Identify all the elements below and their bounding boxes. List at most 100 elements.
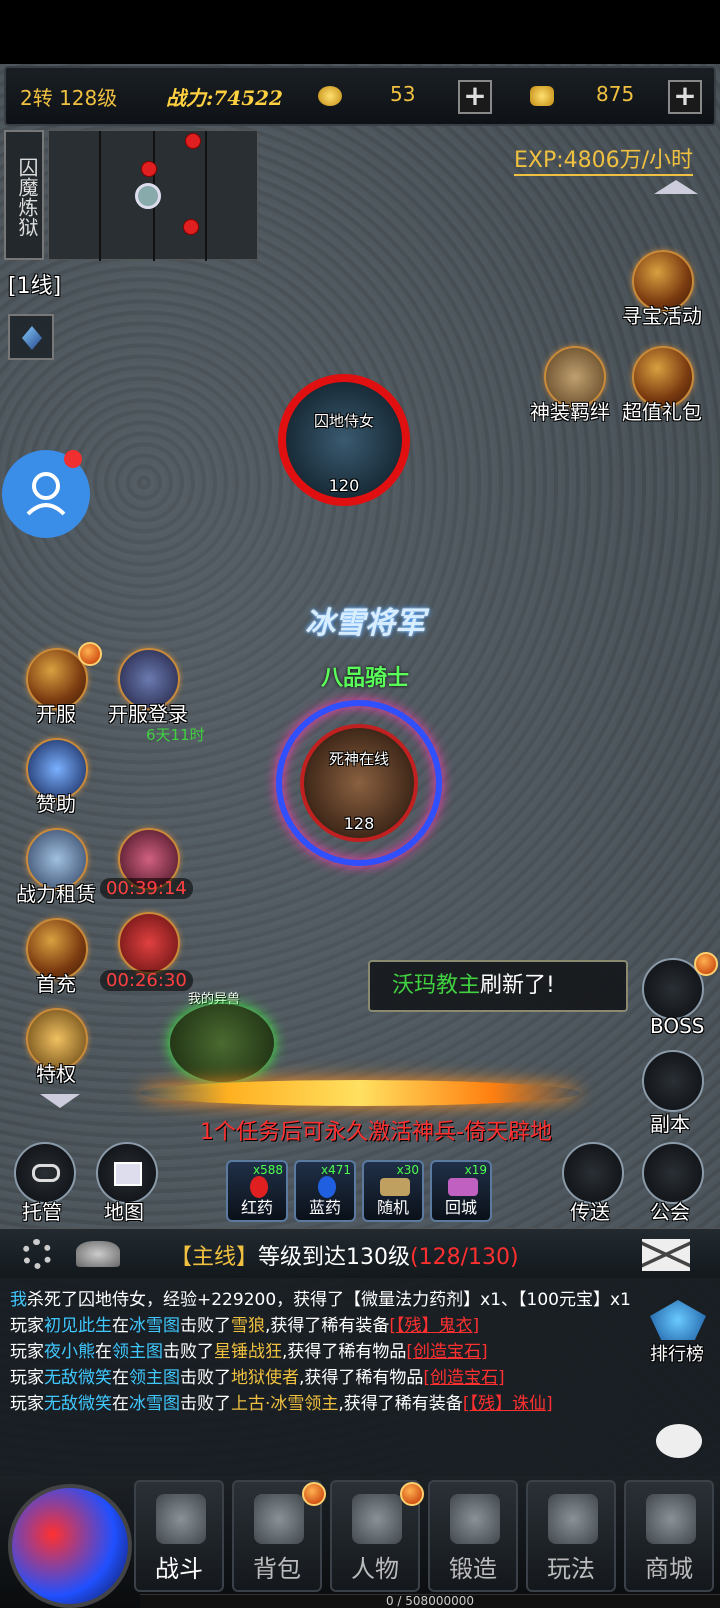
boss-name: 沃玛教主 [392, 973, 481, 998]
notification-badge [78, 642, 102, 666]
player-rank: 八品骑士 [320, 666, 409, 691]
muscle-icon[interactable] [76, 1241, 120, 1267]
potion-slot-town[interactable]: x19 回城 [430, 1160, 492, 1222]
potion-count: x30 [396, 1163, 419, 1177]
nav-gameplay[interactable]: 玩法 [526, 1480, 616, 1592]
dungeon-label: 副本 [650, 1112, 690, 1136]
notification-dot [64, 450, 82, 468]
chat-item-link[interactable]: [【残】鬼衣] [389, 1316, 479, 1336]
ingot-icon [530, 86, 554, 106]
chat-player[interactable]: 初见此生 [44, 1316, 112, 1336]
guild-label: 公会 [650, 1200, 690, 1224]
quest-text: 等级到达130级 [258, 1245, 411, 1270]
add-ingot-button[interactable]: + [668, 80, 702, 114]
chat-player[interactable]: 夜小熊 [44, 1342, 95, 1362]
nav-label: 玩法 [547, 1555, 595, 1583]
boss-notice[interactable]: 沃玛教主刷新了! [368, 960, 628, 1012]
potion-slot-random[interactable]: x30 随机 [362, 1160, 424, 1222]
weapon-sword-icon[interactable] [140, 1080, 580, 1106]
nav-label: 人物 [351, 1555, 399, 1583]
map-button[interactable] [96, 1142, 158, 1204]
expand-down-icon[interactable] [40, 1094, 80, 1108]
nav-shop[interactable]: 商城 [624, 1480, 714, 1592]
chat-kill-message: 杀死了囚地侍女，经验+229200，获得了【微量法力药剂】x1、【100元宝】x… [27, 1290, 631, 1310]
quest-bar[interactable]: 【主线】等级到达130级(128/130) [0, 1228, 720, 1278]
server-login-label: 开服登录 [108, 702, 188, 726]
enemy-level: 120 [328, 476, 360, 495]
skill-slot[interactable] [8, 314, 54, 360]
exp-bar: 0 / 508000000 [140, 1594, 720, 1608]
mail-icon[interactable] [642, 1239, 690, 1271]
nav-label: 背包 [253, 1555, 301, 1583]
player-level-tag: 128 [343, 814, 375, 833]
minimap-enemy-dot [185, 133, 201, 149]
chat-bubble-icon[interactable] [656, 1424, 702, 1458]
weapon-quest-text: 1个任务后可永久激活神兵-倚天辟地 [200, 1114, 552, 1146]
chat-line: 玩家无敌微笑在冰雪图击败了上古·冰雪领主,获得了稀有装备[【残】诛仙] [10, 1394, 553, 1414]
map-icon [114, 1162, 142, 1186]
chat-player[interactable]: 无敌微笑 [44, 1368, 112, 1388]
exp-rate: EXP:4806万/小时 [514, 142, 694, 176]
potion-count: x588 [252, 1163, 283, 1177]
chat-item-link[interactable]: [创造宝石] [406, 1342, 487, 1362]
avatar-button[interactable] [2, 450, 90, 538]
chat-line: 玩家初见此生在冰雪图击败了雪狼,获得了稀有装备[【残】鬼衣] [10, 1316, 480, 1336]
chat-map[interactable]: 领主图 [112, 1342, 163, 1362]
settings-gear-icon[interactable] [22, 1239, 52, 1269]
minimap[interactable] [48, 130, 258, 261]
notification-badge [694, 952, 718, 976]
gift-box-icon[interactable] [118, 912, 180, 974]
zone-name: 囚魔炼狱 [4, 130, 44, 260]
status-bar [0, 0, 720, 64]
server-open-label: 开服 [36, 702, 76, 726]
potion-count: x471 [320, 1163, 351, 1177]
potion-name: 回城 [444, 1198, 477, 1217]
chat-item-link[interactable]: [【残】诛仙] [463, 1394, 553, 1414]
gear-bond-label: 神装羁绊 [530, 400, 610, 424]
nav-forge[interactable]: 锻造 [428, 1480, 518, 1592]
main-quest[interactable]: 【主线】等级到达130级(128/130) [170, 1239, 519, 1271]
nav-battle[interactable]: 战斗 [134, 1480, 224, 1592]
chat-line: 玩家夜小熊在领主图击败了星锤战狂,获得了稀有物品[创造宝石] [10, 1342, 488, 1362]
gamepad-icon [32, 1164, 60, 1182]
dungeon-button[interactable] [642, 1050, 704, 1112]
collapse-up-icon[interactable] [654, 180, 698, 194]
gift-timer: 00:26:30 [100, 970, 193, 991]
sponsor-label: 赞助 [36, 792, 76, 816]
potion-slot-red[interactable]: x588 红药 [226, 1160, 288, 1222]
player-character[interactable]: 死神在线 128 [276, 700, 442, 866]
quest-progress: (128/130) [410, 1245, 519, 1270]
auto-button[interactable] [14, 1142, 76, 1204]
enemy-target[interactable]: 囚地侍女 120 [278, 374, 410, 506]
map-label: 地图 [104, 1200, 144, 1224]
chat-map[interactable]: 冰雪图 [129, 1394, 180, 1414]
anvil-icon [450, 1494, 500, 1544]
skill-icon [22, 326, 42, 350]
guild-button[interactable] [642, 1142, 704, 1204]
teleport-button[interactable] [562, 1142, 624, 1204]
potion-name: 随机 [376, 1198, 409, 1217]
chat-player[interactable]: 无敌微笑 [44, 1394, 112, 1414]
chat-line: 玩家无敌微笑在领主图击败了地狱使者,获得了稀有物品[创造宝石] [10, 1368, 505, 1388]
combat-power: 战力:74522 [166, 86, 283, 110]
chat-map[interactable]: 领主图 [129, 1368, 180, 1388]
pet-creature[interactable] [170, 1004, 274, 1082]
game-scene[interactable]: 2转 128级 战力:74522 53 + 875 + 囚魔炼狱 [1线] EX… [0, 0, 720, 1608]
chat-item-link[interactable]: [创造宝石] [423, 1368, 504, 1388]
power-rent-label: 战力租赁 [16, 882, 96, 906]
potion-name: 蓝药 [308, 1198, 341, 1217]
chat-map[interactable]: 冰雪图 [129, 1316, 180, 1336]
treasure-hunt-label: 寻宝活动 [622, 304, 702, 328]
taiji-orb-icon[interactable] [8, 1484, 132, 1608]
nav-label: 商城 [645, 1555, 693, 1583]
player-level: 2转 128级 [20, 86, 118, 110]
potion-slot-blue[interactable]: x471 蓝药 [294, 1160, 356, 1222]
hud-bar: 2转 128级 战力:74522 53 + 875 + [4, 66, 716, 126]
player-name: 死神在线 [328, 750, 389, 768]
chat-log[interactable]: 我杀死了囚地侍女，经验+229200，获得了【微量法力药剂】x1、【100元宝】… [0, 1278, 720, 1476]
teleport-label: 传送 [570, 1200, 610, 1224]
chat-line: 我杀死了囚地侍女，经验+229200，获得了【微量法力药剂】x1、【100元宝】… [10, 1288, 640, 1312]
shop-gate-icon [646, 1494, 696, 1544]
add-coin-button[interactable]: + [458, 80, 492, 114]
login-timer: 6天11时 [146, 726, 205, 744]
